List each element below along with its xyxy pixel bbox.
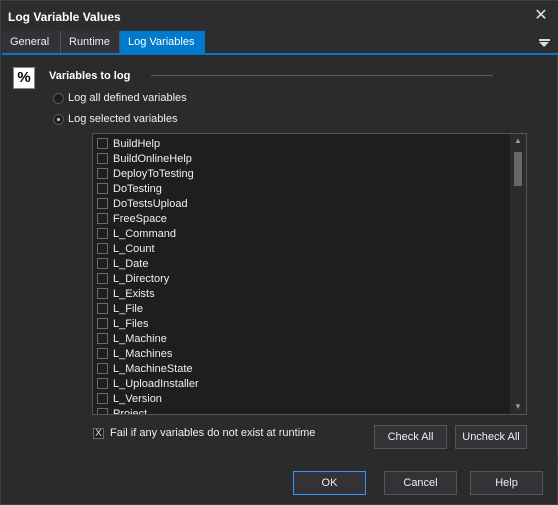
percent-icon: % [13,67,35,89]
radio-label: Log selected variables [68,113,178,125]
close-icon[interactable]: ✕ [530,5,552,27]
checkbox-icon[interactable] [97,228,108,239]
list-item-label: DeployToTesting [113,167,194,180]
list-item[interactable]: L_Count [93,241,511,256]
vertical-scrollbar[interactable]: ▲ ▼ [510,134,526,414]
checkbox-icon[interactable] [97,288,108,299]
list-item-label: Project [113,407,148,415]
dialog-window: Log Variable Values ✕ General Runtime Lo… [0,0,558,505]
checkbox-icon[interactable] [97,393,108,404]
tab-general[interactable]: General [2,31,61,53]
ok-button[interactable]: OK [293,471,366,495]
radio-icon [53,92,64,104]
checkbox-icon[interactable] [97,333,108,344]
tab-bar: General Runtime Log Variables [2,31,558,55]
scrollbar-thumb[interactable] [514,152,522,186]
list-item[interactable]: Project [93,406,511,415]
list-item-label: L_Exists [113,287,155,300]
checkbox-icon[interactable] [97,408,108,414]
radio-log-all[interactable]: Log all defined variables [53,91,187,105]
list-item[interactable]: L_Machine [93,331,511,346]
checkbox-icon[interactable] [97,348,108,359]
list-item[interactable]: L_Date [93,256,511,271]
radio-selected-icon [53,113,64,125]
list-item-label: L_MachineState [113,362,193,375]
list-item-label: L_Machine [113,332,167,345]
tab-log-variables[interactable]: Log Variables [120,31,205,53]
list-item-label: L_File [113,302,143,315]
window-title: Log Variable Values [8,10,121,24]
menu-icon[interactable] [538,34,552,50]
uncheck-all-button[interactable]: Uncheck All [455,425,527,449]
checkbox-checked-icon: X [93,427,104,439]
list-item-label: FreeSpace [113,212,167,225]
list-item[interactable]: L_Directory [93,271,511,286]
list-item-label: L_Command [113,227,176,240]
list-item-label: DoTestsUpload [113,197,188,210]
checkbox-icon[interactable] [97,183,108,194]
group-title: Variables to log [49,70,131,82]
list-item-label: BuildHelp [113,137,161,150]
checkbox-icon[interactable] [97,363,108,374]
fail-if-missing-checkbox[interactable]: X Fail if any variables do not exist at … [93,427,315,439]
list-item[interactable]: L_MachineState [93,361,511,376]
list-item-label: DoTesting [113,182,162,195]
scroll-up-icon[interactable]: ▲ [510,134,526,148]
list-item[interactable]: L_File [93,301,511,316]
checkbox-icon[interactable] [97,168,108,179]
checkbox-icon[interactable] [97,303,108,314]
list-item-label: L_Version [113,392,162,405]
list-item[interactable]: DoTesting [93,181,511,196]
checkbox-icon[interactable] [97,153,108,164]
list-item[interactable]: L_Machines [93,346,511,361]
checkbox-icon[interactable] [97,138,108,149]
list-item[interactable]: L_Command [93,226,511,241]
checkbox-icon[interactable] [97,318,108,329]
checkbox-icon[interactable] [97,258,108,269]
list-item[interactable]: DoTestsUpload [93,196,511,211]
list-item[interactable]: FreeSpace [93,211,511,226]
list-item[interactable]: BuildHelp [93,136,511,151]
checkbox-icon[interactable] [97,213,108,224]
checkbox-icon[interactable] [97,243,108,254]
list-item-label: BuildOnlineHelp [113,152,192,165]
list-item[interactable]: L_Files [93,316,511,331]
list-item-label: L_UploadInstaller [113,377,199,390]
list-item-label: L_Date [113,257,149,270]
checkbox-icon[interactable] [97,378,108,389]
list-item[interactable]: BuildOnlineHelp [93,151,511,166]
list-item-label: L_Files [113,317,149,330]
variable-list: BuildHelp BuildOnlineHelp DeployToTesting D… [93,136,511,415]
checkbox-icon[interactable] [97,198,108,209]
title-bar: Log Variable Values ✕ [2,2,558,31]
list-item[interactable]: DeployToTesting [93,166,511,181]
scroll-down-icon[interactable]: ▼ [510,400,526,414]
help-button[interactable]: Help [470,471,543,495]
list-item[interactable]: L_UploadInstaller [93,376,511,391]
radio-log-selected[interactable]: Log selected variables [53,112,177,126]
list-item-label: L_Directory [113,272,170,285]
footer-divider [2,459,558,460]
group-divider [151,75,493,76]
checkbox-icon[interactable] [97,273,108,284]
variables-checklist[interactable]: BuildHelp BuildOnlineHelp DeployToTesting D… [92,133,527,415]
radio-label: Log all defined variables [68,92,187,104]
check-all-button[interactable]: Check All [374,425,447,449]
list-item[interactable]: L_Version [93,391,511,406]
list-item[interactable]: L_Exists [93,286,511,301]
list-item-label: L_Count [113,242,155,255]
tab-runtime[interactable]: Runtime [61,31,120,53]
list-item-label: L_Machines [113,347,173,360]
checkbox-label: Fail if any variables do not exist at ru… [110,427,316,439]
cancel-button[interactable]: Cancel [384,471,457,495]
